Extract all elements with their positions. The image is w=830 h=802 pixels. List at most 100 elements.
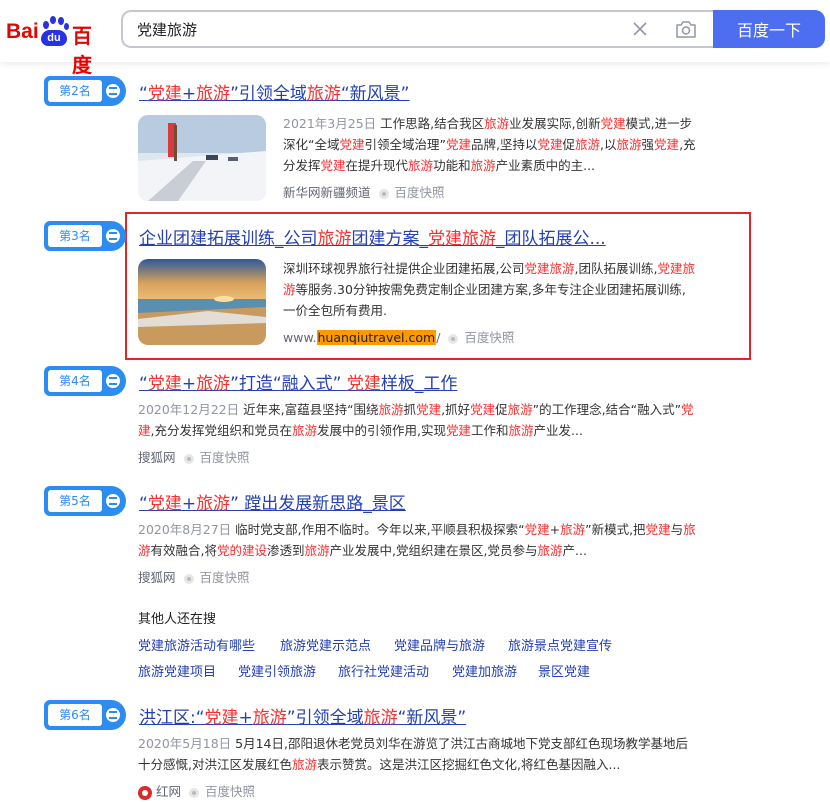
snapshot-icon xyxy=(183,573,194,584)
snapshot-icon xyxy=(448,333,459,344)
title-segment: “新风景” xyxy=(397,708,467,728)
snapshot-icon xyxy=(378,188,389,199)
result-source-line: 搜狐网 百度快照 xyxy=(138,567,250,586)
snapshot-link[interactable]: 百度快照 xyxy=(200,570,250,585)
title-segment: + xyxy=(181,374,197,394)
logo-du-text: du xyxy=(41,30,67,46)
title-segment: 洪江区:“ xyxy=(139,708,205,728)
rank-badge: 第5名 xyxy=(44,486,126,516)
title-segment: + xyxy=(238,708,253,728)
title-keyword: 党建旅游 xyxy=(428,229,496,249)
rank-arrow-icon xyxy=(106,708,120,722)
rank-arrow-icon xyxy=(106,374,120,388)
title-keyword: 旅游 xyxy=(363,708,398,728)
rank-arrow-icon xyxy=(106,494,120,508)
paw-icon: du xyxy=(39,16,71,48)
title-segment: “ xyxy=(139,494,148,514)
related-search-link[interactable]: 党建引领旅游 xyxy=(238,661,316,680)
title-segment: + xyxy=(181,84,197,104)
source-name[interactable]: 新华网新疆频道 xyxy=(283,185,371,200)
search-button[interactable]: 百度一下 xyxy=(713,10,825,48)
related-search-link[interactable]: 旅游景点党建宣传 xyxy=(508,635,612,654)
display-url[interactable]: www.huanqiutravel.com/ xyxy=(283,330,440,345)
title-keyword: 旅游 xyxy=(196,494,231,514)
rank-label: 第4名 xyxy=(48,370,102,392)
rank-arrow-icon xyxy=(106,84,120,98)
logo-du-cn-text: 百度 xyxy=(72,26,92,77)
rank-arrow-icon xyxy=(106,229,120,243)
title-segment: “新风景” xyxy=(340,84,410,104)
snapshot-link[interactable]: 百度快照 xyxy=(205,784,255,799)
title-segment: _团队拓展公... xyxy=(496,229,606,249)
rank-label: 第2名 xyxy=(48,80,102,102)
clear-icon[interactable] xyxy=(631,20,649,38)
snapshot-link[interactable]: 百度快照 xyxy=(464,330,514,345)
related-search-link[interactable]: 党建加旅游 xyxy=(452,661,517,680)
snapshot-link[interactable]: 百度快照 xyxy=(200,450,250,465)
related-searches-title: 其他人还在搜 xyxy=(138,612,217,627)
camera-icon[interactable] xyxy=(675,19,697,39)
search-input[interactable] xyxy=(137,12,617,46)
result-snippet: 2020年5月18日 5月14日,邵阳退休老党员刘华在游览了洪江古商城地下党支部… xyxy=(138,736,688,772)
title-segment: 样板_工作 xyxy=(380,374,458,394)
rank-badge: 第3名 xyxy=(44,221,126,251)
search-box[interactable] xyxy=(121,10,714,48)
result-date: 2020年5月18日 xyxy=(138,736,232,751)
title-segment: ”引领全域 xyxy=(230,84,307,104)
title-segment: 企业团建拓展训练_公司 xyxy=(139,229,318,249)
source-name[interactable]: 搜狐网 xyxy=(138,570,176,585)
title-segment: ”引领全域 xyxy=(286,708,364,728)
title-keyword: 党建 xyxy=(147,494,182,514)
title-segment: ”打造“融入式” xyxy=(230,374,347,394)
rank-badge: 第6名 xyxy=(44,700,126,730)
title-keyword: 党建 xyxy=(147,374,182,394)
result-title-link[interactable]: “党建+旅游”打造“融入式” 党建样板_工作 xyxy=(139,369,457,394)
rank-label: 第3名 xyxy=(48,225,102,247)
result-thumbnail[interactable] xyxy=(138,115,266,201)
result-source-line: 新华网新疆频道 百度快照 xyxy=(283,182,445,201)
snapshot-link[interactable]: 百度快照 xyxy=(395,185,445,200)
result-snippet: 深圳环球视界旅行社提供企业团建拓展,公司党建旅游,团队拓展训练,党建旅游等服务.… xyxy=(283,261,695,318)
title-keyword: 旅游 xyxy=(196,374,231,394)
related-search-link[interactable]: 旅行社党建活动 xyxy=(338,661,429,680)
rank-badge: 第4名 xyxy=(44,366,126,396)
result-title-link[interactable]: “党建+旅游” 蹚出发展新思路_景区 xyxy=(139,489,406,514)
title-segment: “ xyxy=(139,374,148,394)
rank-label: 第5名 xyxy=(48,490,102,512)
result-title-link[interactable]: 洪江区:“党建+旅游”引领全域旅游“新风景” xyxy=(139,703,466,728)
snapshot-icon xyxy=(189,787,200,798)
title-keyword: 旅游 xyxy=(252,708,287,728)
title-segment: “ xyxy=(139,84,148,104)
title-keyword: 党建 xyxy=(147,84,182,104)
baidu-logo[interactable]: Bai du 百度 xyxy=(2,12,108,77)
result-date: 2021年3月25日 xyxy=(283,116,377,131)
title-keyword: 旅游 xyxy=(306,84,341,104)
result-source-line: 红网 百度快照 xyxy=(138,781,255,800)
result-source-line: www.huanqiutravel.com/百度快照 xyxy=(283,327,514,346)
result-source-line: 搜狐网 百度快照 xyxy=(138,447,250,466)
related-search-link[interactable]: 党建品牌与旅游 xyxy=(394,635,485,654)
result-title-link[interactable]: “党建+旅游”引领全域旅游“新风景” xyxy=(139,79,410,104)
result-title-link[interactable]: 企业团建拓展训练_公司旅游团建方案_党建旅游_团队拓展公... xyxy=(139,224,606,249)
related-search-link[interactable]: 党建旅游活动有哪些 xyxy=(138,635,255,654)
result-date: 2020年12月22日 xyxy=(138,402,240,417)
title-segment: ” 蹚出发展新思路_景区 xyxy=(230,494,406,514)
source-name[interactable]: 红网 xyxy=(156,784,181,799)
snapshot-icon xyxy=(183,453,194,464)
related-search-link[interactable]: 景区党建 xyxy=(538,661,590,680)
result-thumbnail[interactable] xyxy=(138,259,266,345)
logo-bai-text: Bai xyxy=(6,20,39,43)
title-segment: + xyxy=(181,494,197,514)
rank-label: 第6名 xyxy=(48,704,102,726)
source-name[interactable]: 搜狐网 xyxy=(138,450,176,465)
title-keyword: 党建 xyxy=(346,374,381,394)
hongwang-icon xyxy=(138,785,152,800)
title-keyword: 旅游 xyxy=(317,229,352,249)
title-segment: 团建方案_ xyxy=(351,229,429,249)
title-keyword: 旅游 xyxy=(196,84,231,104)
related-search-link[interactable]: 旅游党建项目 xyxy=(138,661,216,680)
result-snippet: 2020年12月22日 近年来,富蕴县坚持“围绕旅游抓党建,抓好党建促旅游”的工… xyxy=(138,402,694,438)
result-date: 2020年8月27日 xyxy=(138,522,232,537)
rank-badge: 第2名 xyxy=(44,76,126,106)
related-search-link[interactable]: 旅游党建示范点 xyxy=(280,635,371,654)
